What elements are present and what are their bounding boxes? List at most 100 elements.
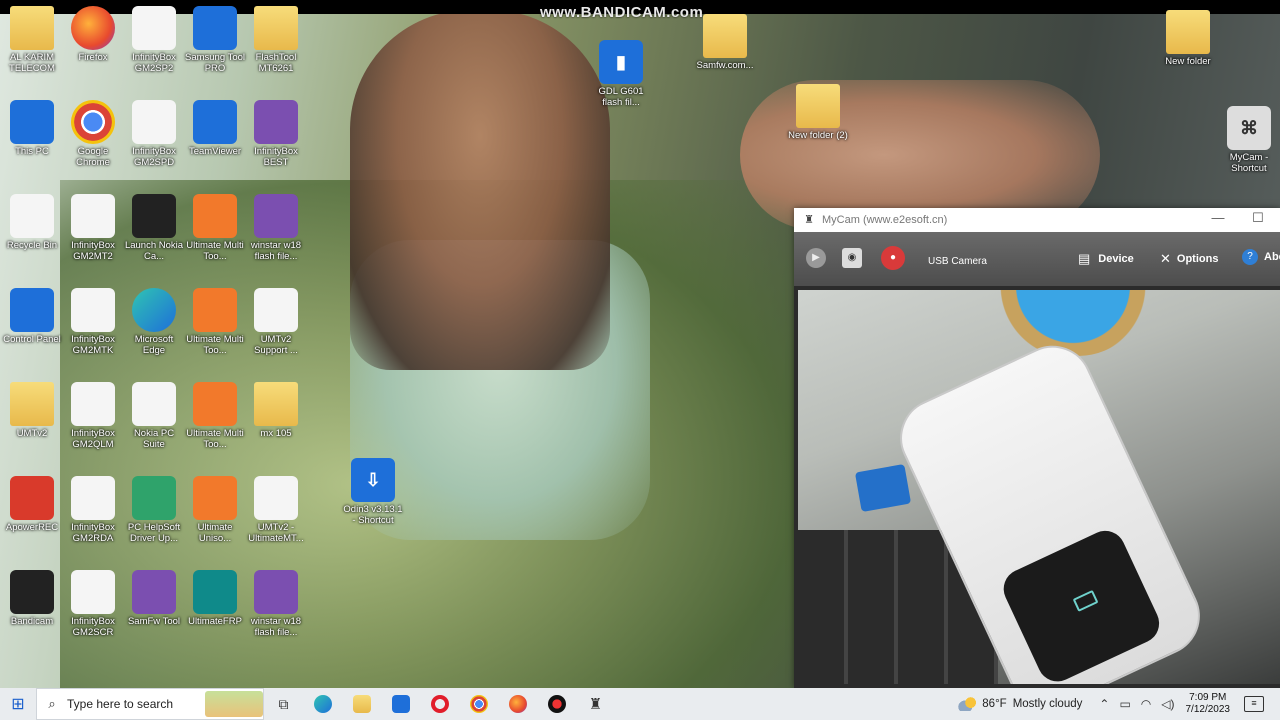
mycam-titlebar[interactable]: ♜ MyCam (www.e2esoft.cn) — ☐ (794, 208, 1280, 232)
desktop-icon[interactable]: UMTv2 - UltimateMT... (245, 476, 307, 544)
search-highlight-image (205, 691, 263, 717)
clock[interactable]: 7:09 PM 7/12/2023 (1186, 692, 1231, 716)
task-view-button[interactable]: ⧉ (264, 688, 303, 720)
camera-source-label[interactable]: USB Camera (928, 256, 987, 267)
desktop-icon-label: InfinityBox GM2MTK (71, 334, 115, 356)
wifi-icon[interactable]: ◠ (1141, 697, 1151, 711)
taskbar-chrome[interactable] (459, 688, 498, 720)
file-explorer-icon (352, 695, 371, 713)
weather-widget[interactable]: 86°F Mostly cloudy (958, 697, 1082, 711)
desktop-icon[interactable]: Ultimate Multi Too... (184, 288, 246, 356)
mycam-window[interactable]: ♜ MyCam (www.e2esoft.cn) — ☐ ▶ ◉ ● USB C… (794, 208, 1280, 688)
desktop-icon[interactable]: UMTv2 Support ... (245, 288, 307, 356)
taskbar: ⊞ ⌕ Type here to search ⧉ ♜ 86°F Mostly … (0, 688, 1280, 720)
desktop-icon[interactable]: Ultimate Multi Too... (184, 382, 246, 450)
notification-icon[interactable]: ≡ (1244, 696, 1264, 712)
bandicam-icon (10, 570, 54, 614)
desktop-icon[interactable]: InfinityBox GM2RDA (62, 476, 124, 544)
device-button[interactable]: ▤ Device (1078, 251, 1134, 267)
infinitybox-icon (132, 100, 176, 144)
desktop-icon[interactable]: Microsoft Edge (123, 288, 185, 356)
desktop-icon[interactable]: InfinityBox GM2MTK (62, 288, 124, 356)
driver-updater-icon (132, 476, 176, 520)
chrome-icon (71, 100, 115, 144)
chevron-up-icon[interactable]: ⌃ (1099, 697, 1109, 711)
play-icon[interactable]: ▶ (806, 248, 826, 268)
desktop-icon-label: InfinityBox GM2SP2 (132, 52, 176, 74)
desktop-icon[interactable]: InfinityBox GM2QLM (62, 382, 124, 450)
search-icon: ⌕ (48, 696, 56, 711)
desktop-icon-label: FlashTool MT6261 (255, 52, 297, 74)
infinitybox-icon (71, 382, 115, 426)
desktop-icon[interactable]: Nokia PC Suite (123, 382, 185, 450)
desktop-icon-label: winstar w18 flash file... (250, 616, 302, 638)
infinitybox-icon (71, 570, 115, 614)
desktop-icon[interactable]: winstar w18 flash file... (245, 570, 307, 638)
maximize-button[interactable]: ☐ (1248, 210, 1268, 226)
desktop-icon-samfw-folder[interactable]: Samfw.com... (694, 14, 756, 71)
taskbar-mail[interactable] (381, 688, 420, 720)
mail-icon (391, 695, 410, 713)
desktop-icon[interactable]: FlashTool MT6261 (245, 6, 307, 74)
desktop-icon-mycam-shortcut[interactable]: ⌘ MyCam - Shortcut (1218, 106, 1280, 174)
start-button[interactable]: ⊞ (0, 688, 36, 720)
folder-icon (10, 382, 54, 426)
desktop-icon[interactable]: Control Panel (1, 288, 63, 345)
taskbar-edge[interactable] (303, 688, 342, 720)
desktop-icon-odin3[interactable]: ⇩ Odin3 v3.13.1 - Shortcut (342, 458, 404, 526)
desktop-icon[interactable]: ApowerREC (1, 476, 63, 533)
battery-tray-icon[interactable]: ▭ (1119, 697, 1130, 711)
desktop-icon[interactable]: Ultimate Uniso... (184, 476, 246, 544)
desktop-icon-new-folder-2[interactable]: New folder (2) (787, 84, 849, 141)
volume-icon[interactable]: ◁) (1161, 697, 1174, 711)
desktop-icon[interactable]: TeamViewer (184, 100, 246, 157)
desktop-icon[interactable]: Launch Nokia Ca... (123, 194, 185, 262)
about-button[interactable]: ? Abo (1242, 249, 1280, 265)
desktop-icon-new-folder[interactable]: New folder (1157, 10, 1219, 67)
desktop-icon[interactable]: PC HelpSoft Driver Up... (123, 476, 185, 544)
desktop-icon[interactable]: InfinityBox GM2MT2 (62, 194, 124, 262)
device-icon: ▤ (1078, 251, 1091, 266)
desktop-icon[interactable]: SamFw Tool (123, 570, 185, 627)
desktop-icon[interactable]: InfinityBox BEST (245, 100, 307, 168)
desktop-icon[interactable]: winstar w18 flash file... (245, 194, 307, 262)
desktop-icon[interactable]: InfinityBox GM2SP2 (123, 6, 185, 74)
contact-folder-icon (10, 6, 54, 50)
taskbar-search-box[interactable]: ⌕ Type here to search (36, 688, 264, 720)
snapshot-camera-icon[interactable]: ◉ (842, 248, 862, 268)
desktop-icon[interactable]: Ultimate Multi Too... (184, 194, 246, 262)
desktop-icon-label: This PC (15, 146, 49, 157)
desktop-icon[interactable]: AL KARIM TELECOM (1, 6, 63, 74)
desktop-icon[interactable]: UMTv2 (1, 382, 63, 439)
desktop-icon-gdl-flash[interactable]: ▮ GDL G601 flash fil... (590, 40, 652, 108)
desktop-icon[interactable]: Recycle Bin (1, 194, 63, 251)
desktop-icon[interactable]: mx 105 (245, 382, 307, 439)
desktop-icon[interactable]: InfinityBox GM2SPD (123, 100, 185, 168)
desktop-icon[interactable]: This PC (1, 100, 63, 157)
record-icon[interactable]: ● (881, 246, 905, 270)
desktop-icon[interactable]: InfinityBox GM2SCR (62, 570, 124, 638)
taskbar-opera[interactable] (420, 688, 459, 720)
desktop-icon[interactable]: Samsung Tool PRO (184, 6, 246, 74)
minimize-button[interactable]: — (1208, 210, 1228, 225)
desktop-icon[interactable]: Google Chrome (62, 100, 124, 168)
desktop-icon-label: InfinityBox GM2MT2 (71, 240, 115, 262)
edge-icon (132, 288, 176, 332)
ultimate-icon (193, 288, 237, 332)
control-panel-icon (10, 288, 54, 332)
taskbar-mycam[interactable]: ♜ (576, 688, 615, 720)
desktop-icon[interactable]: Firefox (62, 6, 124, 63)
taskbar-file-explorer[interactable] (342, 688, 381, 720)
desktop-icon-label: InfinityBox BEST (254, 146, 298, 168)
taskbar-bandicam[interactable] (537, 688, 576, 720)
options-button[interactable]: ✕ Options (1160, 251, 1218, 267)
desktop-icon-label: Ultimate Multi Too... (186, 428, 244, 450)
desktop-icon-label: Nokia PC Suite (133, 428, 175, 450)
computer-icon (10, 100, 54, 144)
desktop-icon[interactable]: UltimateFRP (184, 570, 246, 627)
taskbar-firefox[interactable] (498, 688, 537, 720)
desktop-icon-label: InfinityBox GM2QLM (71, 428, 115, 450)
chrome-icon (469, 695, 488, 713)
desktop-icon[interactable]: Bandicam (1, 570, 63, 627)
gear-icon (193, 6, 237, 50)
